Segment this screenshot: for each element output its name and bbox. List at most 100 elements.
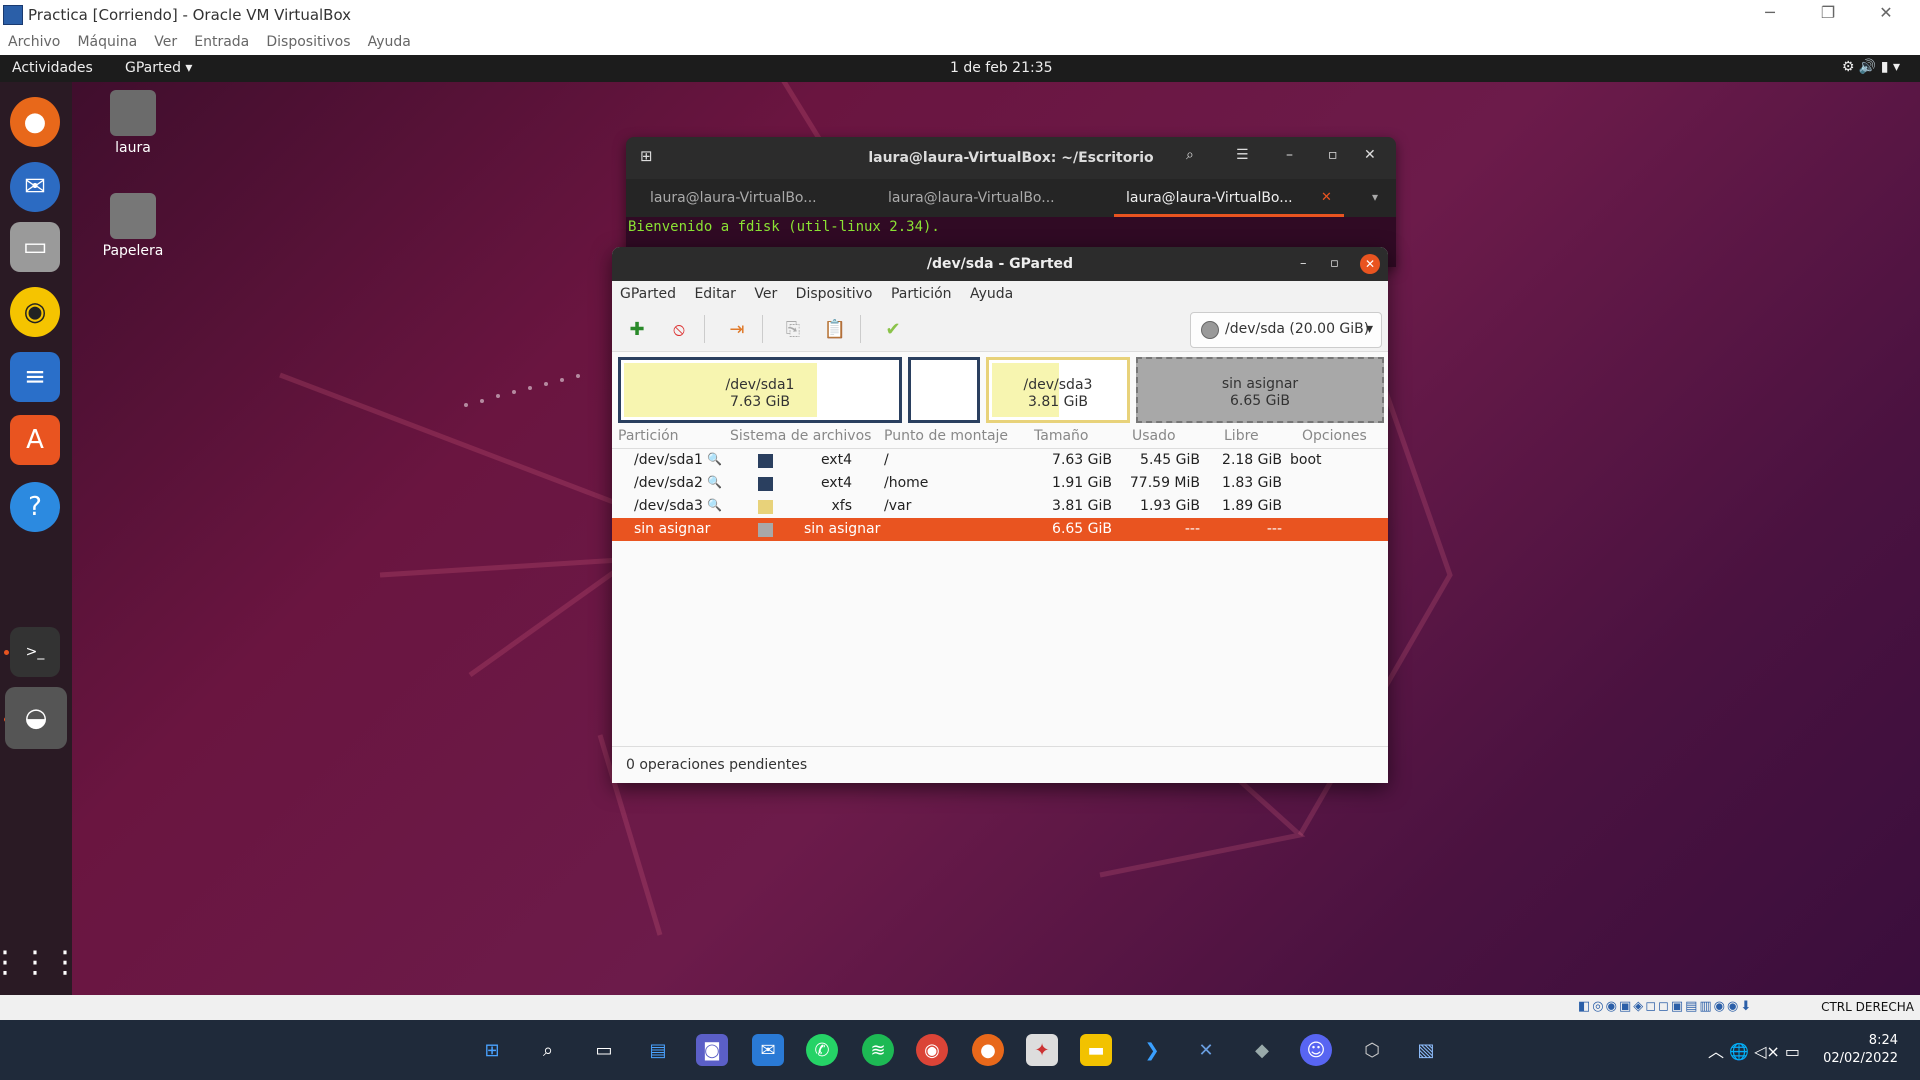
minimize-icon[interactable]: – xyxy=(1286,147,1293,163)
col-tamano[interactable]: Tamaño xyxy=(1034,428,1088,444)
app-icon[interactable]: ✦ xyxy=(1026,1034,1058,1066)
virtualbox-app-icon[interactable]: ◆ xyxy=(1246,1034,1278,1066)
minimize-button[interactable]: ─ xyxy=(1750,3,1790,22)
partition-map: /dev/sda1 7.63 GiB /dev/sda3 3.81 GiB sin … xyxy=(612,352,1388,426)
menu-archivo[interactable]: Archivo xyxy=(8,30,60,55)
col-particion[interactable]: Partición xyxy=(618,428,679,444)
virtualbox-vm-icon[interactable]: ▧ xyxy=(1410,1034,1442,1066)
device-selector[interactable]: /dev/sda (20.00 GiB) ▾ xyxy=(1190,312,1382,348)
hamburger-menu-icon[interactable]: ☰ xyxy=(1236,147,1249,163)
tab-3[interactable]: laura@laura-VirtualBo... xyxy=(1126,190,1293,206)
minimize-icon[interactable]: – xyxy=(1300,256,1307,271)
files-icon[interactable]: ▭ xyxy=(10,222,60,272)
file-explorer-icon[interactable]: ▬ xyxy=(1080,1034,1112,1066)
cell-size: 6.65 GiB xyxy=(1052,521,1112,537)
menu-dispositivos[interactable]: Dispositivos xyxy=(266,30,350,55)
desktop-home[interactable]: laura xyxy=(88,90,178,156)
mail-icon[interactable]: ✉ xyxy=(752,1034,784,1066)
close-icon[interactable]: ✕ xyxy=(1360,254,1380,274)
activities-button[interactable]: Actividades xyxy=(12,60,93,76)
col-sistema[interactable]: Sistema de archivos xyxy=(730,428,871,444)
magnifier-icon[interactable]: 🔍 xyxy=(707,498,722,512)
menu-gparted[interactable]: GParted xyxy=(620,281,676,307)
search-icon[interactable]: ⌕ xyxy=(1186,147,1194,163)
home-folder-icon xyxy=(110,90,156,136)
resize-move-icon[interactable]: ⇥ xyxy=(724,316,750,342)
map-partition-sda3[interactable]: /dev/sda3 3.81 GiB xyxy=(986,357,1130,423)
map-partition-sda2[interactable] xyxy=(908,357,980,423)
terminal-header: ⊞ laura@laura-VirtualBox: ~/Escritorio ⌕… xyxy=(626,137,1396,179)
tab-1[interactable]: laura@laura-VirtualBo... xyxy=(650,190,817,206)
map-unallocated[interactable]: sin asignar 6.65 GiB xyxy=(1136,357,1384,423)
paste-icon[interactable]: 📋 xyxy=(822,316,848,342)
close-button[interactable]: ✕ xyxy=(1866,3,1906,22)
apply-icon[interactable]: ✔ xyxy=(880,316,906,342)
start-icon[interactable]: ⊞ xyxy=(476,1034,508,1066)
map-partition-sda1[interactable]: /dev/sda1 7.63 GiB xyxy=(618,357,902,423)
firefox-icon[interactable]: ● xyxy=(972,1034,1004,1066)
system-tray[interactable]: ︿ 🌐 ◁× ▭ xyxy=(1708,1038,1800,1062)
new-partition-icon[interactable]: ✚ xyxy=(624,316,650,342)
chat-icon[interactable]: ◙ xyxy=(696,1034,728,1066)
software-icon[interactable]: A xyxy=(10,415,60,465)
menu-ver[interactable]: Ver xyxy=(154,30,177,55)
table-row[interactable]: /dev/sda1 🔍 ext4 / 7.63 GiB 5.45 GiB 2.18 GiB b… xyxy=(612,449,1388,472)
chrome-icon[interactable]: ◉ xyxy=(916,1034,948,1066)
magnifier-icon[interactable]: 🔍 xyxy=(707,475,722,489)
time: 8:24 xyxy=(1868,1033,1898,1048)
copy-icon[interactable]: ⎘ xyxy=(780,316,806,342)
menu-particion[interactable]: Partición xyxy=(891,281,952,307)
table-row[interactable]: /dev/sda2 🔍 ext4/home 1.91 GiB 77.59 MiB 1.83… xyxy=(612,472,1388,495)
close-icon[interactable]: ✕ xyxy=(1364,147,1376,163)
table-row[interactable]: sin asignar sin asignar 6.65 GiB --- --- xyxy=(612,518,1388,541)
table-row[interactable]: /dev/sda3 🔍 xfs/var 3.81 GiB 1.93 GiB 1.89 Gi… xyxy=(612,495,1388,518)
maximize-icon[interactable]: ▫ xyxy=(1330,256,1339,271)
tab-2[interactable]: laura@laura-VirtualBo... xyxy=(888,190,1055,206)
vm-device-icons[interactable]: ◧◎◉▣◈◻◻▣▤▥◉◉⬇ xyxy=(1578,999,1753,1014)
menu-ayuda[interactable]: Ayuda xyxy=(970,281,1013,307)
clock[interactable]: 1 de feb 21:35 xyxy=(950,60,1053,76)
tab-close-icon[interactable]: ✕ xyxy=(1321,190,1332,205)
tabs-dropdown-icon[interactable]: ▾ xyxy=(1372,190,1378,204)
menu-entrada[interactable]: Entrada xyxy=(194,30,249,55)
col-opciones[interactable]: Opciones xyxy=(1302,428,1367,444)
magnifier-icon[interactable]: 🔍 xyxy=(707,452,722,466)
restore-button[interactable]: ❐ xyxy=(1808,3,1848,22)
spotify-icon[interactable]: ≋ xyxy=(862,1034,894,1066)
menu-ayuda[interactable]: Ayuda xyxy=(368,30,411,55)
network-app-icon[interactable]: ✕ xyxy=(1190,1034,1222,1066)
menu-maquina[interactable]: Máquina xyxy=(77,30,137,55)
discord-icon[interactable]: ☺ xyxy=(1300,1034,1332,1066)
maximize-icon[interactable]: ▫ xyxy=(1328,147,1338,163)
desktop-trash[interactable]: Papelera xyxy=(88,193,178,259)
menu-ver[interactable]: Ver xyxy=(754,281,777,307)
rhythmbox-icon[interactable]: ◉ xyxy=(10,287,60,337)
gparted-window[interactable]: /dev/sda - GParted – ▫ ✕ GParted Editar … xyxy=(612,247,1388,783)
cell-partition: /dev/sda3 xyxy=(634,498,703,514)
widgets-icon[interactable]: ▤ xyxy=(642,1034,674,1066)
task-view-icon[interactable]: ▭ xyxy=(588,1034,620,1066)
taskbar-clock[interactable]: 8:24 02/02/2022 xyxy=(1823,1032,1898,1068)
system-tray[interactable]: ⚙ 🔊 ▮ ▾ xyxy=(1842,59,1900,75)
whatsapp-icon[interactable]: ✆ xyxy=(806,1034,838,1066)
terminal-title: laura@laura-VirtualBox: ~/Escritorio xyxy=(868,150,1154,166)
delete-icon[interactable]: ⦸ xyxy=(666,316,692,342)
cube-app-icon[interactable]: ⬡ xyxy=(1356,1034,1388,1066)
menu-editar[interactable]: Editar xyxy=(694,281,735,307)
toolbar-separator xyxy=(704,315,705,343)
gparted-icon[interactable]: ◒ xyxy=(5,687,67,749)
col-montaje[interactable]: Punto de montaje xyxy=(884,428,1008,444)
fs-color-swatch xyxy=(758,523,773,537)
show-apps-icon[interactable]: ⋮⋮⋮ xyxy=(0,937,80,987)
firefox-icon[interactable]: ● xyxy=(10,97,60,147)
menu-dispositivo[interactable]: Dispositivo xyxy=(796,281,873,307)
thunderbird-icon[interactable]: ✉ xyxy=(10,162,60,212)
app-menu[interactable]: GParted ▾ xyxy=(125,60,192,76)
search-icon[interactable]: ⌕ xyxy=(532,1034,564,1066)
help-icon[interactable]: ? xyxy=(10,482,60,532)
terminal-icon[interactable]: >_ xyxy=(10,627,60,677)
col-usado[interactable]: Usado xyxy=(1132,428,1176,444)
writer-icon[interactable]: ≡ xyxy=(10,352,60,402)
col-libre[interactable]: Libre xyxy=(1224,428,1259,444)
vscode-icon[interactable]: ❯ xyxy=(1136,1034,1168,1066)
